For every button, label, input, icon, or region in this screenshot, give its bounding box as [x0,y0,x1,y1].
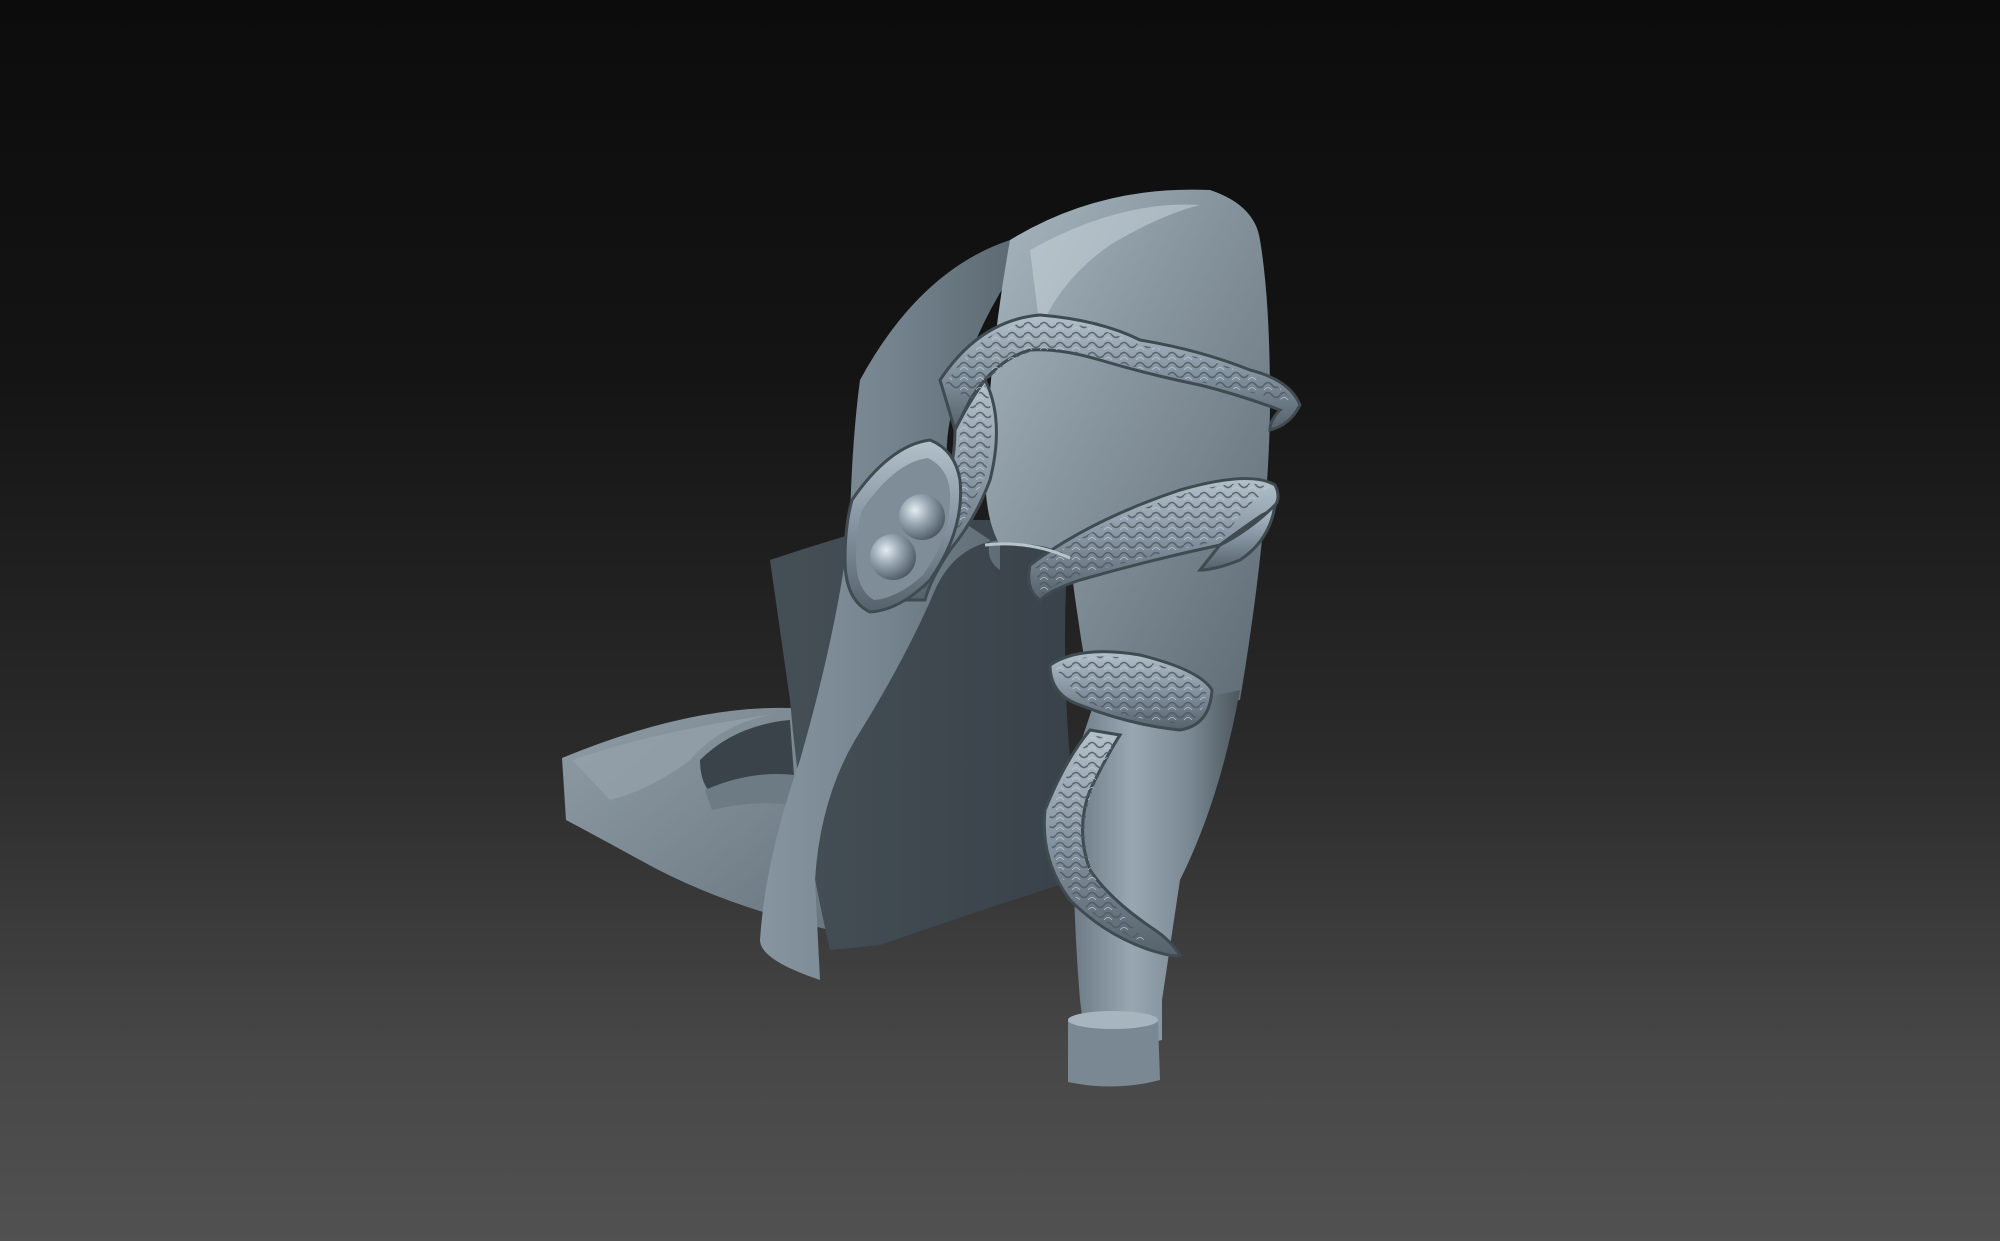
3d-viewport[interactable] [0,0,2000,1241]
snake-eye-bead-upper [899,494,945,540]
heel-tip [1068,1020,1160,1087]
heel-tip-top [1068,1011,1158,1029]
sculpt-model[interactable] [0,0,2000,1241]
snake-eye-bead-lower [870,534,916,580]
